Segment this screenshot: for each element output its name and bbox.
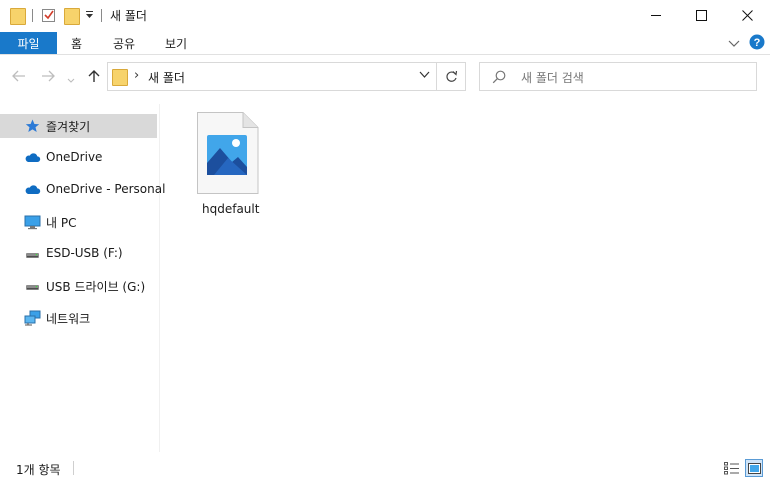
ribbon-tabs: 파일 홈 공유 보기 ? (0, 31, 770, 55)
forward-icon[interactable] (41, 69, 55, 86)
sidebar-item-label: OneDrive (46, 150, 103, 164)
address-dropdown-icon[interactable] (419, 69, 430, 83)
chevron-right-icon[interactable]: › (134, 68, 139, 83)
svg-text:?: ? (754, 37, 761, 49)
sidebar-item-usb-drive[interactable]: USB 드라이브 (G:) (0, 274, 157, 298)
drive-icon (24, 246, 41, 262)
pc-icon (24, 214, 41, 230)
up-icon[interactable] (87, 69, 101, 86)
address-bar[interactable]: › 새 폴더 (107, 62, 437, 91)
large-icons-view-button[interactable] (745, 459, 763, 477)
sidebar-item-network[interactable]: 네트워크 (0, 306, 157, 330)
cloud-icon (24, 150, 41, 166)
navigation-pane: 즐겨찾기 OneDrive OneDrive - Personal 내 PC E… (0, 104, 165, 452)
details-view-icon (724, 461, 739, 474)
folder-icon (10, 7, 26, 25)
close-button[interactable] (724, 0, 770, 31)
close-icon (741, 10, 753, 21)
tab-share[interactable]: 공유 (113, 35, 135, 52)
details-view-button[interactable] (723, 459, 741, 477)
tab-home[interactable]: 홈 (71, 35, 82, 52)
tab-view[interactable]: 보기 (165, 35, 187, 52)
file-list: hqdefault (161, 96, 770, 452)
minimize-button[interactable] (633, 0, 679, 31)
search-input[interactable]: 새 폴더 검색 (479, 62, 757, 91)
expand-ribbon-icon[interactable] (728, 37, 740, 52)
item-count: 1개 항목 (16, 463, 61, 477)
new-folder-icon[interactable] (64, 7, 80, 25)
sidebar-item-label: 즐겨찾기 (46, 120, 91, 134)
folder-icon (112, 68, 128, 86)
file-name: hqdefault (202, 202, 260, 216)
window-title: 새 폴더 (110, 9, 147, 23)
sidebar-item-quick-access[interactable]: 즐겨찾기 (0, 114, 157, 138)
sidebar-item-esd-usb[interactable]: ESD-USB (F:) (0, 242, 157, 266)
sidebar-item-label: 네트워크 (46, 312, 91, 326)
large-icons-view-icon (747, 462, 761, 474)
toolbar-divider (32, 9, 33, 22)
search-icon (492, 70, 506, 87)
address-path[interactable]: 새 폴더 (148, 69, 185, 86)
sidebar-item-label: 내 PC (46, 216, 77, 230)
file-item[interactable]: hqdefault (196, 111, 261, 221)
image-file-icon (197, 112, 259, 194)
maximize-icon (695, 10, 707, 21)
toolbar-divider (101, 9, 102, 22)
status-divider (73, 461, 74, 475)
help-icon[interactable]: ? (749, 34, 765, 53)
customize-toolbar-icon[interactable] (85, 11, 94, 20)
address-row: › 새 폴더 새 폴더 검색 (0, 56, 770, 96)
network-icon (24, 310, 41, 326)
drive-icon (24, 278, 41, 294)
sidebar-item-onedrive[interactable]: OneDrive (0, 146, 157, 170)
refresh-button[interactable] (436, 62, 466, 91)
sidebar-item-label: USB 드라이브 (G:) (46, 280, 146, 294)
refresh-icon (445, 70, 457, 82)
properties-icon[interactable] (41, 7, 57, 23)
star-icon (24, 118, 41, 134)
status-bar: 1개 항목 (0, 452, 770, 482)
title-bar: 새 폴더 (0, 0, 770, 31)
search-placeholder: 새 폴더 검색 (521, 71, 584, 85)
sidebar-item-onedrive-personal[interactable]: OneDrive - Personal (0, 178, 165, 202)
minimize-icon (650, 15, 661, 16)
sidebar-item-label: OneDrive - Personal (46, 182, 166, 196)
recent-locations-icon[interactable] (67, 73, 75, 87)
back-icon[interactable] (12, 69, 26, 86)
sidebar-item-this-pc[interactable]: 내 PC (0, 210, 157, 234)
maximize-button[interactable] (678, 0, 724, 31)
tab-file[interactable]: 파일 (0, 32, 57, 54)
sidebar-item-label: ESD-USB (F:) (46, 246, 123, 260)
cloud-icon (24, 182, 41, 198)
